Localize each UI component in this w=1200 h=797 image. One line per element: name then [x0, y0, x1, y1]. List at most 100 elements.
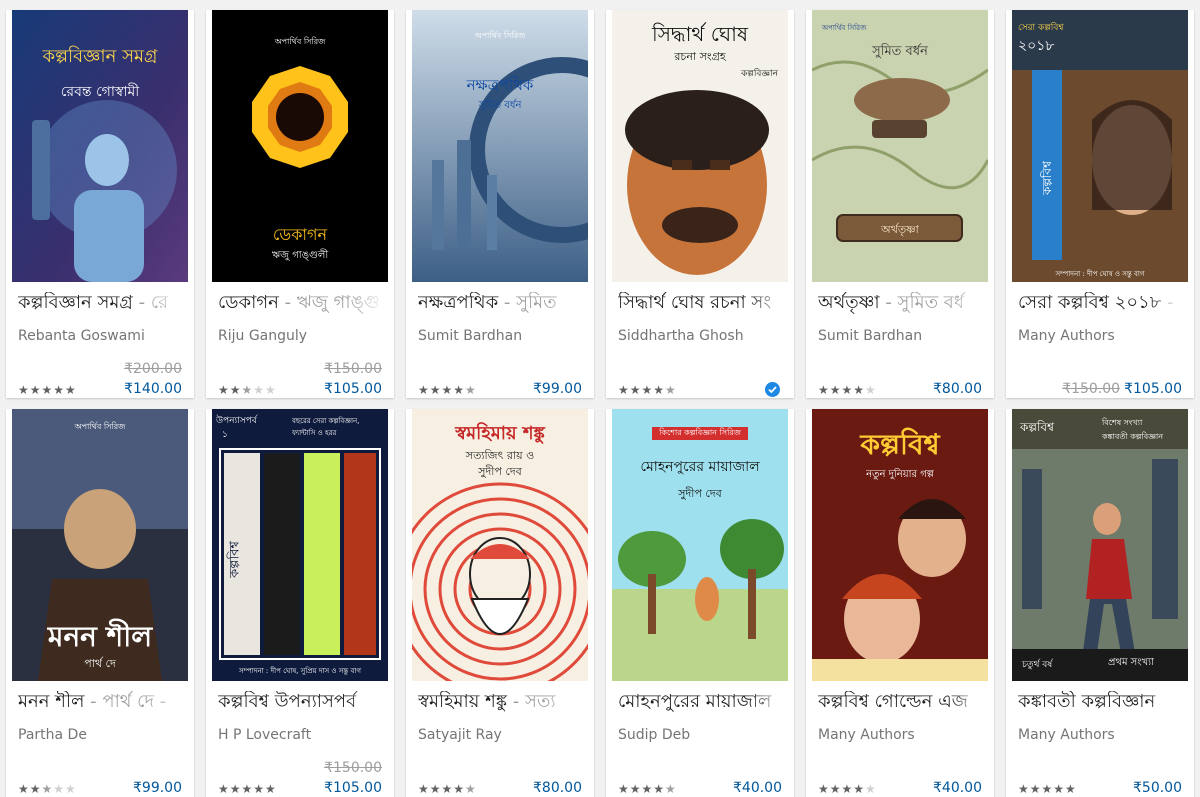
card-footer: ★★★★★: [618, 381, 782, 398]
book-title[interactable]: কঙ্কাবতী কল্পবিজ্ঞান: [1018, 691, 1188, 713]
card-footer: ★★★★★ ₹80.00: [818, 381, 982, 398]
book-author[interactable]: Many Authors: [1018, 727, 1188, 743]
cover-series: অপার্থিব সিরিজ: [474, 31, 526, 40]
book-card[interactable]: কিশোর কল্পবিজ্ঞান সিরিজ মোহনপুরের মায়াজ…: [606, 409, 794, 797]
card-footer: ★★★★★ ₹50.00: [1018, 780, 1182, 797]
book-card[interactable]: অপার্থিব সিরিজ ডেকাগন ঋজু গাঙ্গুলী ডেকাগ…: [206, 10, 394, 398]
cover-issue: প্রথম সংখ্যা: [1108, 657, 1154, 668]
book-grid: কল্পবিজ্ঞান সমগ্র রেবন্ত গোস্বামী কল্পবি…: [0, 0, 1200, 797]
cover-author: সুদীপ দেব: [678, 487, 722, 500]
cover-series: অপার্থিব সিরিজ: [822, 24, 867, 32]
book-card[interactable]: স্বমহিমায় শঙ্কু সত্যজিৎ রায় ও সুদীপ দে…: [406, 409, 594, 797]
star-rating: ★★★★★: [418, 782, 477, 796]
book-author[interactable]: H P Lovecraft: [218, 727, 388, 743]
book-author[interactable]: Sudip Deb: [618, 727, 788, 743]
book-cover[interactable]: উপন্যাসপর্ব ১ বছরের সেরা কল্পবিজ্ঞান, ফ্…: [212, 409, 388, 681]
cover-series: অপার্থিব সিরিজ: [274, 37, 326, 46]
star-rating: ★★★★★: [818, 383, 877, 397]
card-footer: ★★★★★ ₹105.00: [218, 381, 382, 398]
original-price: ₹150.00: [324, 361, 382, 377]
star-rating: ★★★★★: [218, 782, 277, 796]
book-title[interactable]: মনন শীল - পার্থ দে -: [18, 691, 188, 713]
book-author[interactable]: Siddhartha Ghosh: [618, 328, 788, 344]
price-button[interactable]: ₹80.00: [533, 780, 582, 796]
book-cover[interactable]: অপার্থিব সিরিজ মনন শীল পার্থ দে: [12, 409, 188, 681]
book-title[interactable]: কল্পবিশ্ব উপন্যাসপর্ব: [218, 691, 388, 713]
book-author[interactable]: Satyajit Ray: [418, 727, 588, 743]
book-card[interactable]: কল্পবিজ্ঞান সমগ্র রেবন্ত গোস্বামী কল্পবি…: [6, 10, 194, 398]
original-price: ₹200.00: [124, 361, 182, 377]
book-title[interactable]: অর্থতৃষ্ণা - সুমিত বর্ধ: [818, 292, 988, 314]
book-cover[interactable]: কিশোর কল্পবিজ্ঞান সিরিজ মোহনপুরের মায়াজ…: [612, 409, 788, 681]
book-card[interactable]: অপার্থিব সিরিজ মনন শীল পার্থ দে মনন শীল …: [6, 409, 194, 797]
star-rating: ★★★★★: [618, 782, 677, 796]
cover-title: ডেকাগন: [272, 225, 328, 244]
star-rating: ★★★★★: [18, 383, 77, 397]
book-cover[interactable]: অপার্থিব সিরিজ ডেকাগন ঋজু গাঙ্গুলী: [212, 10, 388, 282]
card-footer: ★★★★★ ₹40.00: [818, 780, 982, 797]
book-cover[interactable]: অপার্থিব সিরিজ সুমিত বর্ধন অর্থতৃষ্ণা: [812, 10, 988, 282]
cover-author: সুমিত বর্ধন: [478, 100, 522, 111]
cover-masthead: কল্পবিশ্ব: [227, 541, 243, 578]
book-card[interactable]: কল্পবিশ্ব বিশেষ সংখ্যা কঙ্কাবতী কল্পবিজ্…: [1006, 409, 1194, 797]
cover-author: পার্থ দে: [84, 657, 116, 670]
book-cover[interactable]: কল্পবিশ্ব নতুন দুনিয়ার গল্প: [812, 409, 988, 681]
book-title[interactable]: মোহনপুরের মায়াজাল: [618, 691, 788, 713]
book-title[interactable]: নক্ষত্রপথিক - সুমিত: [418, 292, 588, 314]
book-author[interactable]: Sumit Bardhan: [418, 328, 588, 344]
book-card[interactable]: অপার্থিব সিরিজ নক্ষত্রপথিক সুমিত বর্ধন ন…: [406, 10, 594, 398]
price-button[interactable]: ₹40.00: [733, 780, 782, 796]
book-title[interactable]: স্বমহিমায় শঙ্কু - সত্য: [418, 691, 588, 713]
cover-tagline: নতুন দুনিয়ার গল্প: [866, 469, 934, 480]
cover-title: স্বমহিমায় শঙ্কু: [455, 423, 545, 444]
price-button[interactable]: ₹140.00: [124, 381, 182, 397]
price-button[interactable]: ₹40.00: [933, 780, 982, 796]
book-cover[interactable]: কল্পবিজ্ঞান সমগ্র রেবন্ত গোস্বামী: [12, 10, 188, 282]
price-button[interactable]: ₹80.00: [933, 381, 982, 397]
book-title[interactable]: সিদ্ধার্থ ঘোষ রচনা সং: [618, 292, 788, 314]
price-button[interactable]: ₹105.00: [324, 780, 382, 796]
book-cover[interactable]: সিদ্ধার্থ ঘোষ রচনা সংগ্রহ কল্পবিজ্ঞান: [612, 10, 788, 282]
book-cover[interactable]: অপার্থিব সিরিজ নক্ষত্রপথিক সুমিত বর্ধন: [412, 10, 588, 282]
cover-title: অর্থতৃষ্ণা: [881, 223, 919, 236]
cover-label: সেরা কল্পবিশ্ব: [1018, 23, 1064, 33]
book-card[interactable]: সিদ্ধার্থ ঘোষ রচনা সংগ্রহ কল্পবিজ্ঞান সি…: [606, 10, 794, 398]
cover-subtitle: কঙ্কাবতী কল্পবিজ্ঞান: [1102, 432, 1164, 441]
price-button[interactable]: ₹150.00 ₹105.00: [1062, 381, 1182, 397]
book-cover[interactable]: সেরা কল্পবিশ্ব ২০১৮ কল্পবিশ্ব সম্পাদনা :…: [1012, 10, 1188, 282]
cover-editors: সম্পাদনা : দীপ ঘোষ ও সন্তু বাগ: [1055, 270, 1145, 278]
book-author[interactable]: Riju Ganguly: [218, 328, 388, 344]
cover-year: ২০১৮: [1018, 38, 1055, 54]
cover-masthead: কল্পবিশ্ব: [860, 428, 940, 461]
book-author[interactable]: Sumit Bardhan: [818, 328, 988, 344]
book-card[interactable]: অপার্থিব সিরিজ সুমিত বর্ধন অর্থতৃষ্ণা অর…: [806, 10, 994, 398]
book-author[interactable]: Many Authors: [818, 727, 988, 743]
book-card[interactable]: সেরা কল্পবিশ্ব ২০১৮ কল্পবিশ্ব সম্পাদনা :…: [1006, 10, 1194, 398]
cover-masthead: কল্পবিশ্ব: [1040, 161, 1054, 195]
book-cover[interactable]: স্বমহিমায় শঙ্কু সত্যজিৎ রায় ও সুদীপ দে…: [412, 409, 588, 681]
card-footer: ★★★★★ ₹40.00: [618, 780, 782, 797]
cover-author: রেবন্ত গোস্বামী: [60, 84, 140, 100]
cover-title: কল্পবিজ্ঞান সমগ্র: [42, 46, 158, 67]
book-title[interactable]: কল্পবিশ্ব গোল্ডেন এজ: [818, 691, 988, 713]
book-title[interactable]: ডেকাগন - ঋজু গাঙ্গু: [218, 292, 388, 314]
book-author[interactable]: Many Authors: [1018, 328, 1188, 344]
original-price: ₹150.00: [1062, 381, 1121, 397]
original-price: ₹150.00: [324, 760, 382, 776]
book-card[interactable]: উপন্যাসপর্ব ১ বছরের সেরা কল্পবিজ্ঞান, ফ্…: [206, 409, 394, 797]
cover-title: নক্ষত্রপথিক: [466, 76, 534, 94]
price-button[interactable]: ₹99.00: [133, 780, 182, 796]
star-rating: ★★★★★: [218, 383, 277, 397]
price-button[interactable]: ₹99.00: [533, 381, 582, 397]
book-title[interactable]: সেরা কল্পবিশ্ব ২০১৮ -: [1018, 292, 1188, 314]
price-button[interactable]: ₹105.00: [324, 381, 382, 397]
book-cover[interactable]: কল্পবিশ্ব বিশেষ সংখ্যা কঙ্কাবতী কল্পবিজ্…: [1012, 409, 1188, 681]
star-rating: ★★★★★: [418, 383, 477, 397]
book-author[interactable]: Rebanta Goswami: [18, 328, 188, 344]
book-card[interactable]: কল্পবিশ্ব নতুন দুনিয়ার গল্প কল্পবিশ্ব গ…: [806, 409, 994, 797]
star-rating: ★★★★★: [618, 383, 677, 397]
card-footer: ★★★★★ ₹140.00: [18, 381, 182, 398]
book-author[interactable]: Partha De: [18, 727, 188, 743]
book-title[interactable]: কল্পবিজ্ঞান সমগ্র - রে: [18, 292, 188, 314]
price-button[interactable]: ₹50.00: [1133, 780, 1182, 796]
